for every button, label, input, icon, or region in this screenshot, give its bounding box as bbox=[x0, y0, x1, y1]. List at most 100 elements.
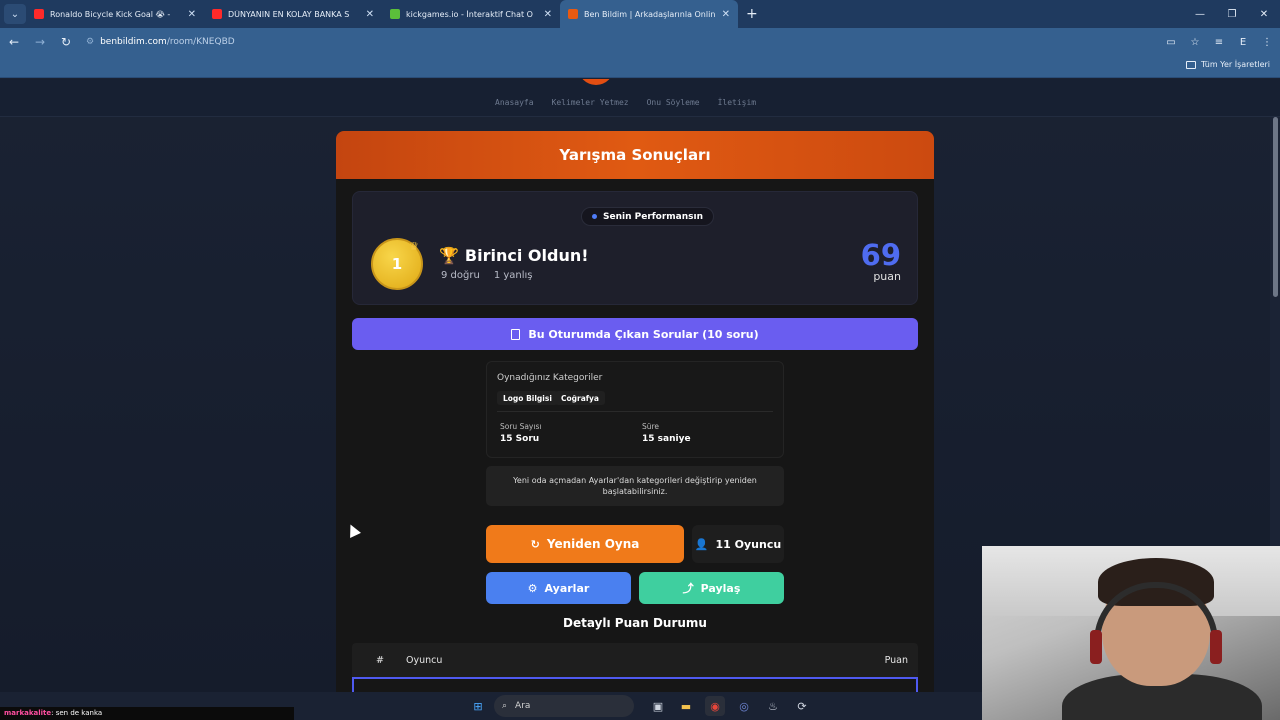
gear-icon: ⚙ bbox=[527, 581, 538, 595]
headset-ear-left bbox=[1090, 630, 1102, 664]
steam-icon[interactable]: ♨ bbox=[763, 696, 783, 716]
install-icon[interactable]: ▭ bbox=[1164, 37, 1178, 48]
all-bookmarks[interactable]: Tüm Yer İşaretleri bbox=[1185, 60, 1270, 69]
app-icon[interactable]: ⟳ bbox=[792, 696, 812, 716]
score-value: 69 bbox=[860, 238, 901, 272]
browser-tab-bar: ⌄ Ronaldo Bicycle Kick Goal 😭 - ✕ DÜNYAN… bbox=[0, 0, 1280, 28]
duration-value: 15 saniye bbox=[642, 434, 691, 444]
settings-notice: Yeni oda açmadan Ayarlar'dan kategoriler… bbox=[486, 466, 784, 506]
answer-stats: 9 doğru 1 yanlış bbox=[441, 270, 533, 281]
score-table-header: # Oyuncu Puan bbox=[352, 643, 918, 677]
categories-title: Oynadığınız Kategoriler bbox=[497, 373, 603, 383]
nav-link-home[interactable]: Anasayfa bbox=[495, 98, 534, 107]
column-player: Oyuncu bbox=[406, 655, 443, 666]
all-bookmarks-label: Tüm Yer İşaretleri bbox=[1200, 60, 1270, 69]
nav-links: Anasayfa Kelimeler Yetmez Onu Söyleme İl… bbox=[495, 98, 756, 107]
address-bar-actions: ▭ ☆ ≡ E ⋮ bbox=[1164, 28, 1274, 56]
tab-title: DÜNYANIN EN KOLAY BANKA S bbox=[228, 9, 350, 19]
nav-link-kelimeler-yetmez[interactable]: Kelimeler Yetmez bbox=[552, 98, 629, 107]
refresh-icon: ↻ bbox=[530, 537, 540, 551]
crown-icon: ♛ bbox=[409, 240, 419, 253]
webcam-overlay bbox=[982, 546, 1280, 720]
tab-title: kickgames.io - İnteraktif Chat O bbox=[406, 9, 533, 19]
minimize-icon[interactable]: — bbox=[1184, 0, 1216, 28]
chat-message: : sen de kanka bbox=[51, 709, 103, 717]
chat-username: markakalite bbox=[4, 709, 52, 717]
wrong-count: 1 yanlış bbox=[493, 270, 533, 281]
close-icon[interactable]: ✕ bbox=[722, 9, 730, 20]
replay-label: Yeniden Oyna bbox=[546, 537, 640, 551]
detail-title: Detaylı Puan Durumu bbox=[563, 616, 707, 630]
tab-title: Ben Bildim | Arkadaşlarınla Onlin bbox=[584, 9, 716, 19]
headset-ear-right bbox=[1210, 630, 1222, 664]
bookmarks-bar: Tüm Yer İşaretleri bbox=[0, 56, 1280, 78]
scrollbar-thumb[interactable] bbox=[1273, 117, 1278, 297]
table-row bbox=[352, 677, 918, 692]
dot-icon bbox=[592, 214, 597, 219]
settings-label: Ayarlar bbox=[544, 581, 590, 595]
tab-benbildim[interactable]: Ben Bildim | Arkadaşlarınla Onlin ✕ bbox=[560, 0, 738, 28]
task-view-icon[interactable]: ▣ bbox=[648, 696, 668, 716]
nav-link-onu-soyleme[interactable]: Onu Söyleme bbox=[647, 98, 700, 107]
site-logo[interactable] bbox=[578, 79, 614, 85]
document-icon bbox=[511, 328, 521, 340]
nav-link-iletisim[interactable]: İletişim bbox=[718, 98, 757, 107]
settings-button[interactable]: ⚙ Ayarlar bbox=[486, 572, 631, 604]
address-bar-row: ← → ↻ ⚙ benbildim.com /room/KNEQBD ▭ ☆ ≡… bbox=[0, 28, 1280, 56]
user-icon: 👤 bbox=[694, 537, 709, 551]
youtube-icon bbox=[212, 9, 222, 19]
players-label: 11 Oyuncu bbox=[715, 537, 782, 551]
taskbar: ⊞ ⌕ Ara ▣ ▬ ◉ ◎ ♨ ⟳ bbox=[294, 692, 982, 720]
rank-number: 1 bbox=[391, 255, 403, 273]
rank-title-text: Birinci Oldun! bbox=[464, 246, 589, 265]
file-explorer-icon[interactable]: ▬ bbox=[676, 696, 696, 716]
reading-list-icon[interactable]: ≡ bbox=[1212, 37, 1226, 48]
close-icon[interactable]: ✕ bbox=[188, 9, 196, 20]
performance-card: Senin Performansın 1 ♛ 🏆 Birinci Oldun! 9… bbox=[352, 191, 918, 305]
replay-button[interactable]: ↻ Yeniden Oyna bbox=[486, 525, 684, 563]
chrome-icon[interactable]: ◉ bbox=[705, 696, 725, 716]
tab-kickgames[interactable]: kickgames.io - İnteraktif Chat O ✕ bbox=[382, 0, 560, 28]
close-icon[interactable]: ✕ bbox=[366, 9, 374, 20]
close-icon[interactable]: ✕ bbox=[544, 9, 552, 20]
players-button[interactable]: 👤 11 Oyuncu bbox=[692, 525, 784, 563]
restore-icon[interactable]: ❐ bbox=[1216, 0, 1248, 28]
tab-title: Ronaldo Bicycle Kick Goal 😭 - bbox=[50, 9, 171, 19]
divider bbox=[497, 411, 773, 412]
back-icon[interactable]: ← bbox=[2, 30, 26, 54]
performance-badge-label: Senin Performansın bbox=[603, 211, 704, 222]
column-rank: # bbox=[376, 655, 384, 666]
tab-search-button[interactable]: ⌄ bbox=[4, 4, 26, 24]
discord-icon[interactable]: ◎ bbox=[734, 696, 754, 716]
share-button[interactable]: ⤴ Paylaş bbox=[639, 572, 784, 604]
question-count-value: 15 Soru bbox=[500, 434, 540, 444]
duration-label: Süre bbox=[642, 422, 660, 431]
session-questions-label: Bu Oturumda Çıkan Sorular (10 soru) bbox=[528, 327, 759, 341]
session-questions-button[interactable]: Bu Oturumda Çıkan Sorular (10 soru) bbox=[352, 318, 918, 350]
reload-icon[interactable]: ↻ bbox=[54, 30, 78, 54]
forward-icon[interactable]: → bbox=[28, 30, 52, 54]
menu-icon[interactable]: ⋮ bbox=[1260, 37, 1274, 48]
close-window-icon[interactable]: ✕ bbox=[1248, 0, 1280, 28]
category-chip: Logo Bilgisi bbox=[497, 391, 558, 405]
results-panel: Yarışma Sonuçları Senin Performansın 1 ♛… bbox=[336, 131, 934, 692]
results-title: Yarışma Sonuçları bbox=[336, 131, 934, 179]
taskbar-search[interactable]: ⌕ Ara bbox=[494, 695, 634, 717]
star-icon[interactable]: ☆ bbox=[1188, 37, 1202, 48]
kickgames-icon bbox=[390, 9, 400, 19]
question-count-label: Soru Sayısı bbox=[500, 422, 542, 431]
url-host: benbildim.com bbox=[100, 37, 167, 47]
windows-start-icon[interactable]: ⊞ bbox=[468, 696, 488, 716]
tab-ronaldo[interactable]: Ronaldo Bicycle Kick Goal 😭 - ✕ bbox=[26, 0, 204, 28]
tab-banka[interactable]: DÜNYANIN EN KOLAY BANKA S ✕ bbox=[204, 0, 382, 28]
share-icon: ⤴ bbox=[682, 582, 694, 595]
youtube-icon bbox=[34, 9, 44, 19]
new-tab-button[interactable]: + bbox=[746, 6, 758, 22]
window-controls: — ❐ ✕ bbox=[1184, 0, 1280, 28]
profile-icon[interactable]: E bbox=[1236, 37, 1250, 48]
site-nav: Anasayfa Kelimeler Yetmez Onu Söyleme İl… bbox=[0, 79, 1280, 117]
taskbar-search-label: Ara bbox=[515, 701, 531, 711]
column-points: Puan bbox=[884, 655, 908, 666]
url-field[interactable]: ⚙ benbildim.com /room/KNEQBD bbox=[86, 31, 1146, 53]
site-info-icon[interactable]: ⚙ bbox=[86, 37, 94, 47]
